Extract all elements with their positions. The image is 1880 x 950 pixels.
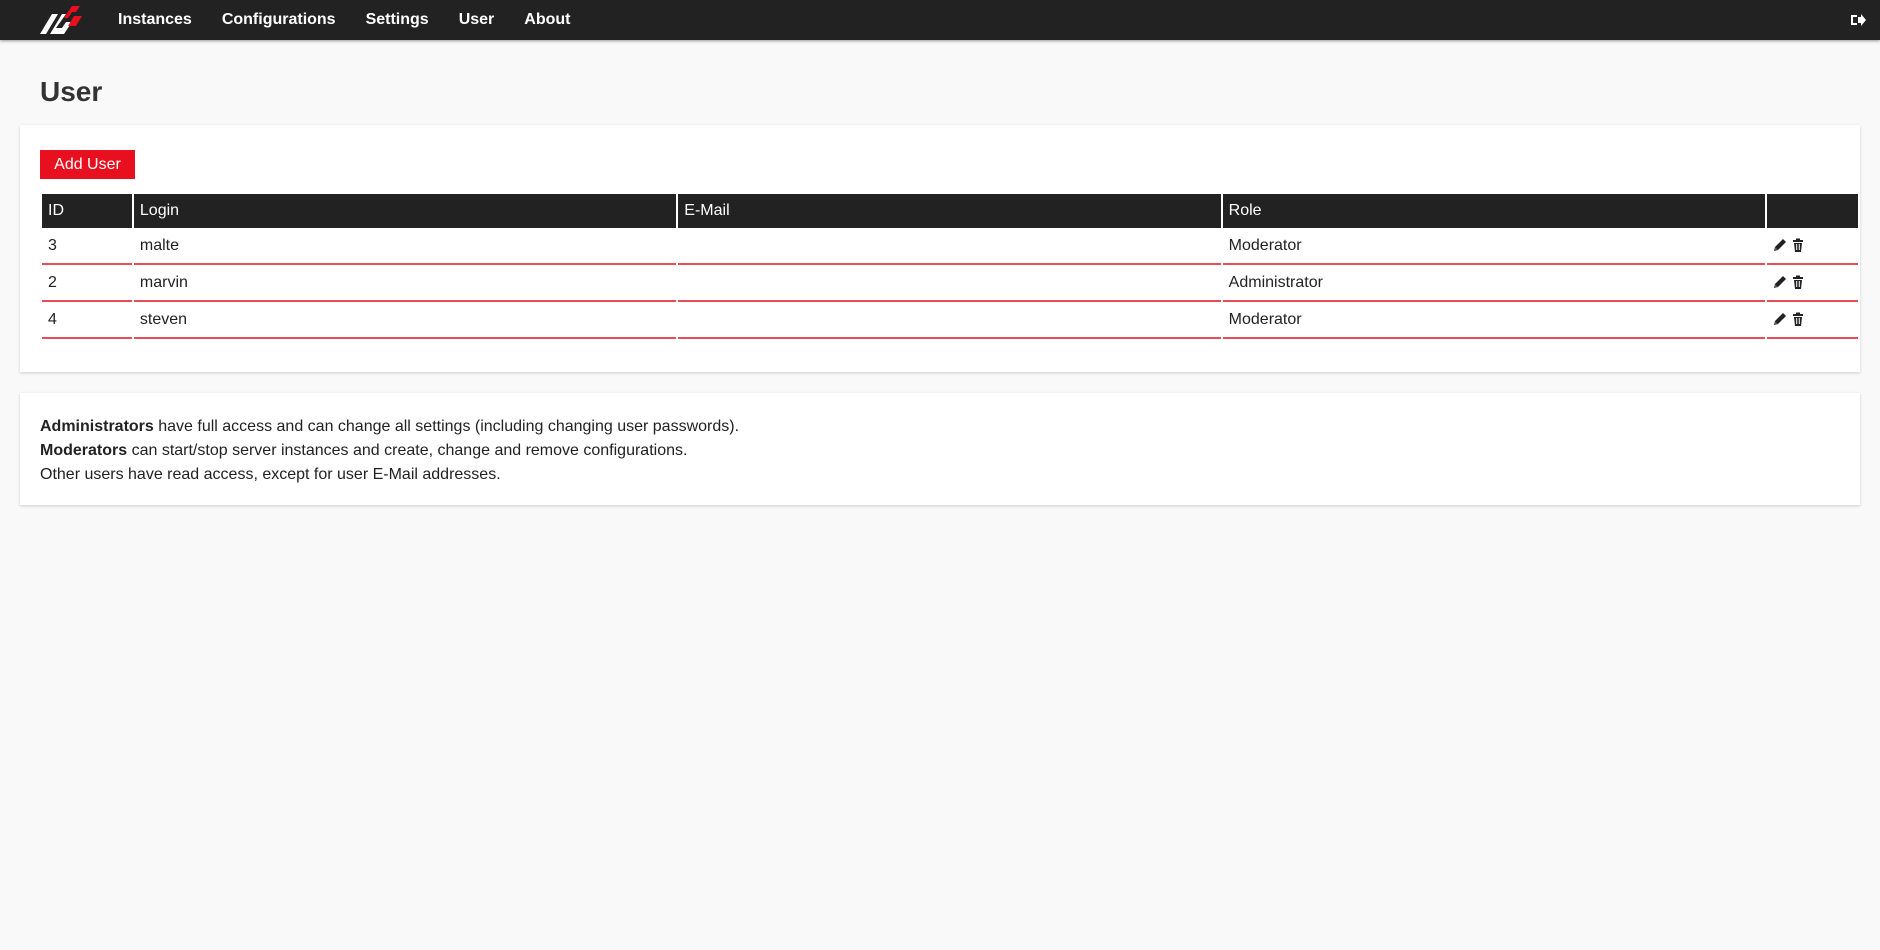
table-row: 4 steven Moderator: [42, 302, 1858, 339]
cell-email: [678, 228, 1221, 265]
ac-logo-icon[interactable]: [38, 4, 82, 36]
column-header-email: E-Mail: [678, 194, 1221, 228]
nav-settings[interactable]: Settings: [351, 0, 444, 40]
info-term-administrators: Administrators: [40, 418, 154, 435]
cell-email: [678, 302, 1221, 339]
trash-icon[interactable]: [1791, 238, 1805, 253]
main-nav: Instances Configurations Settings User A…: [103, 0, 585, 40]
nav-configurations[interactable]: Configurations: [207, 0, 351, 40]
role-info-text: Administrators have full access and can …: [40, 415, 739, 487]
users-card: Add User ID Login E-Mail Role 3 malte Mo…: [20, 125, 1860, 372]
table-row: 2 marvin Administrator: [42, 265, 1858, 302]
table-header-row: ID Login E-Mail Role: [42, 194, 1858, 228]
cell-id: 3: [42, 228, 132, 265]
pencil-icon[interactable]: [1773, 312, 1787, 326]
sign-out-icon[interactable]: [1850, 12, 1866, 28]
cell-role: Administrator: [1222, 265, 1766, 302]
pencil-icon[interactable]: [1773, 238, 1787, 252]
column-header-login: Login: [133, 194, 677, 228]
info-line-other-users: Other users have read access, except for…: [40, 466, 501, 483]
cell-login: malte: [133, 228, 677, 265]
pencil-icon[interactable]: [1773, 275, 1787, 289]
info-line-administrators: Administrators have full access and can …: [40, 415, 739, 439]
cell-role: Moderator: [1222, 302, 1766, 339]
top-navbar: Instances Configurations Settings User A…: [0, 0, 1880, 40]
page-title: User: [40, 76, 103, 107]
cell-login: steven: [133, 302, 677, 339]
info-desc-administrators: have full access and can change all sett…: [153, 418, 740, 435]
cell-actions: [1767, 228, 1858, 265]
add-user-button[interactable]: Add User: [40, 150, 135, 179]
cell-role: Moderator: [1222, 228, 1766, 265]
cell-actions: [1767, 265, 1858, 302]
column-header-id: ID: [42, 194, 132, 228]
column-header-actions: [1767, 194, 1858, 228]
role-info-card: Administrators have full access and can …: [20, 393, 1860, 505]
nav-user[interactable]: User: [444, 0, 510, 40]
column-header-role: Role: [1222, 194, 1766, 228]
cell-actions: [1767, 302, 1858, 339]
trash-icon[interactable]: [1791, 312, 1805, 327]
info-term-moderators: Moderators: [40, 442, 128, 459]
users-table: ID Login E-Mail Role 3 malte Moderator 2…: [40, 194, 1860, 339]
cell-id: 4: [42, 302, 132, 339]
nav-instances[interactable]: Instances: [103, 0, 207, 40]
cell-login: marvin: [133, 265, 677, 302]
cell-id: 2: [42, 265, 132, 302]
cell-email: [678, 265, 1221, 302]
info-line-moderators: Moderators can start/stop server instanc…: [40, 439, 739, 463]
trash-icon[interactable]: [1791, 275, 1805, 290]
info-desc-moderators: can start/stop server instances and crea…: [127, 442, 688, 459]
table-row: 3 malte Moderator: [42, 228, 1858, 265]
nav-about[interactable]: About: [509, 0, 585, 40]
